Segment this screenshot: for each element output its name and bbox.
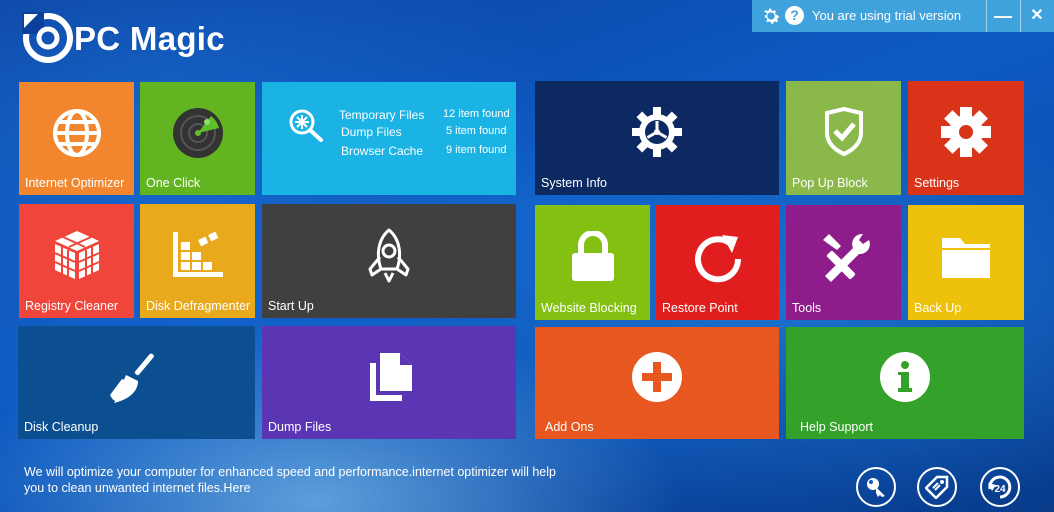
lock-icon <box>571 230 614 281</box>
radar-icon <box>172 107 223 158</box>
tile-restore-point[interactable]: Restore Point <box>656 205 779 320</box>
info-icon <box>880 352 930 403</box>
tile-label: Pop Up Block <box>792 176 868 190</box>
tile-label: Restore Point <box>662 301 738 315</box>
footer-description: We will optimize your computer for enhan… <box>24 465 556 495</box>
scan-row-name: Browser Cache <box>341 144 424 158</box>
tile-label: Help Support <box>800 420 873 434</box>
tile-website-blocking[interactable]: Website Blocking <box>535 205 650 320</box>
folder-icon <box>942 237 990 278</box>
license-key-button[interactable] <box>856 467 896 507</box>
globe-icon <box>52 108 101 157</box>
shield-check-icon <box>824 107 863 157</box>
close-button[interactable]: ✕ <box>1020 0 1053 32</box>
scan-row-count: 12 item found <box>443 108 510 120</box>
tools-icon <box>822 233 870 282</box>
tag-icon <box>925 475 949 499</box>
tile-help-support[interactable]: Help Support <box>786 327 1024 439</box>
tile-label: Disk Cleanup <box>24 420 99 434</box>
tile-tools[interactable]: Tools <box>786 205 901 320</box>
key-icon <box>867 478 885 497</box>
support-24-icon: 24 <box>988 475 1012 499</box>
scan-row-name: Temporary Files <box>339 108 425 122</box>
tile-label: Disk Defragmenter <box>146 299 251 313</box>
tile-label: One Click <box>146 176 201 190</box>
scan-row-count: 9 item found <box>446 144 507 156</box>
tile-registry-cleaner[interactable]: Registry Cleaner <box>19 204 134 318</box>
tile-settings[interactable]: Settings <box>908 81 1024 195</box>
defrag-icon <box>172 231 223 278</box>
tile-label: Back Up <box>914 301 962 315</box>
tile-dump-files[interactable]: Dump Files <box>262 326 516 439</box>
tile-back-up[interactable]: Back Up <box>908 205 1024 320</box>
tile-one-click[interactable]: One Click <box>140 82 255 195</box>
tile-label: Website Blocking <box>541 301 637 315</box>
scan-row-name: Dump Files <box>341 125 402 139</box>
tile-system-info[interactable]: System Info <box>535 81 779 195</box>
tile-disk-cleanup[interactable]: Disk Cleanup <box>18 326 255 439</box>
minimize-button[interactable]: — <box>986 0 1019 32</box>
buy-tag-button[interactable] <box>917 467 957 507</box>
trial-bar: ? You are using trial version — ✕ <box>752 0 1054 32</box>
documents-icon <box>370 352 412 401</box>
magnifier-scan-icon <box>289 109 323 142</box>
plus-icon <box>632 352 682 403</box>
tile-label: Dump Files <box>268 420 332 434</box>
tile-label: System Info <box>541 176 607 190</box>
trial-message: You are using trial version <box>812 8 962 23</box>
help-icon[interactable]: ? <box>785 6 804 25</box>
tile-label: Internet Optimizer <box>25 176 125 190</box>
rocket-icon <box>368 228 410 283</box>
app-logo: PC Magic <box>22 12 232 64</box>
tile-label: Registry Cleaner <box>25 299 119 313</box>
tile-start-up[interactable]: Start Up <box>262 204 516 318</box>
tile-disk-defragmenter[interactable]: Disk Defragmenter <box>140 204 255 318</box>
gear-icon <box>941 107 991 158</box>
tile-label: Start Up <box>268 299 314 313</box>
broom-icon <box>109 353 154 403</box>
logo-icon <box>22 12 73 63</box>
app-title: PC Magic <box>74 20 225 57</box>
support-badge-text: 24 <box>994 484 1006 495</box>
tile-add-ons[interactable]: Add Ons <box>535 327 779 439</box>
settings-gear-icon[interactable] <box>760 5 782 27</box>
gear-icon <box>632 107 682 158</box>
tile-label: Tools <box>792 301 822 315</box>
scan-row-count: 5 item found <box>446 125 507 137</box>
tile-scan-summary[interactable]: Temporary Files Dump Files Browser Cache… <box>262 82 516 195</box>
tile-internet-optimizer[interactable]: Internet Optimizer <box>19 82 134 195</box>
support-24-button[interactable]: 24 <box>980 467 1020 507</box>
tile-label: Add Ons <box>545 420 594 434</box>
tile-pop-up-block[interactable]: Pop Up Block <box>786 81 901 195</box>
refresh-icon <box>694 234 741 282</box>
tile-label: Settings <box>914 176 960 190</box>
cubes-icon <box>54 231 99 280</box>
